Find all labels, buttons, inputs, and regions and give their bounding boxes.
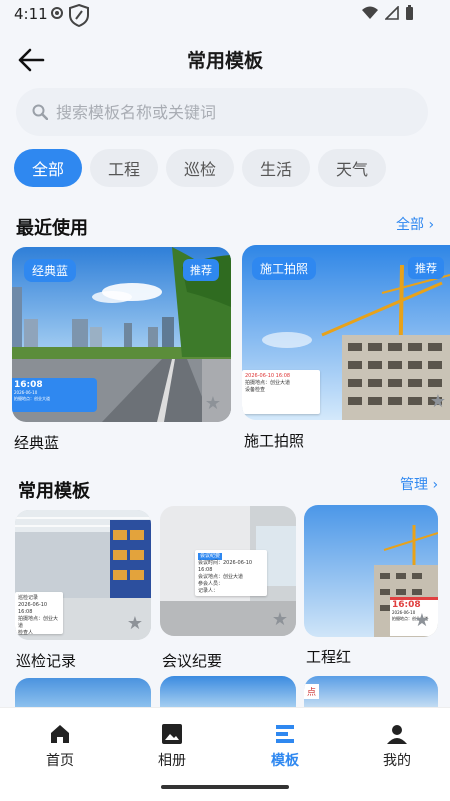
template-card-partial[interactable] bbox=[15, 678, 151, 708]
watermark-line: 会议地点：创业大道 bbox=[198, 574, 244, 580]
album-icon bbox=[162, 724, 182, 744]
template-tag: 施工拍照 bbox=[252, 257, 317, 280]
template-card-inspection[interactable]: 巡检记录 2026-06-10 16:08 拍摄地点：创业大道 检查人 ★ bbox=[15, 510, 151, 640]
watermark-tag: 会议纪要 bbox=[198, 553, 223, 560]
template-card-label: 巡检记录 bbox=[16, 652, 77, 670]
home-icon bbox=[51, 725, 69, 743]
template-card-meeting[interactable]: 会议纪要 会议时间：2026-06-10 16:08 会议地点：创业大道 参会人… bbox=[160, 506, 296, 636]
partial-tag: 点 bbox=[304, 684, 320, 699]
recommend-badge: 推荐 bbox=[408, 257, 444, 279]
app-header: 常用模板 bbox=[0, 36, 450, 84]
search-icon bbox=[32, 104, 48, 120]
favorite-star-icon[interactable]: ★ bbox=[205, 393, 221, 414]
signal-icon bbox=[385, 6, 399, 20]
recent-card-classic-blue[interactable]: 经典蓝 推荐 16:08 2026-06-10 拍摄地点：创业大道 ★ bbox=[12, 247, 231, 422]
manage-link[interactable]: 管理 › bbox=[400, 474, 438, 494]
watermark-overlay: 16:08 2026-06-10 拍摄地点：创业大道 bbox=[12, 378, 97, 412]
chip-inspection[interactable]: 巡检 bbox=[166, 149, 234, 187]
watermark-overlay: 会议纪要 会议时间：2026-06-10 16:08 会议地点：创业大道 参会人… bbox=[195, 550, 267, 596]
template-card-engineering-red[interactable]: 16:08 2026-06-10 拍摄地点：创业大道 ★ bbox=[304, 505, 438, 637]
watermark-overlay: 2026-06-10 16:08 拍摄地点：创业大道 设备检查 bbox=[242, 370, 320, 414]
chip-weather[interactable]: 天气 bbox=[318, 149, 386, 187]
recommend-badge: 推荐 bbox=[183, 259, 219, 281]
nav-label: 首页 bbox=[46, 753, 74, 769]
recent-card-label: 经典蓝 bbox=[14, 434, 60, 452]
watermark-line: 记录人： bbox=[198, 588, 219, 594]
battery-icon bbox=[406, 5, 413, 20]
watermark-line: 拍摄地点：创业大道 bbox=[14, 396, 50, 401]
template-icon bbox=[276, 725, 294, 743]
chip-life[interactable]: 生活 bbox=[242, 149, 310, 187]
nav-label: 模板 bbox=[271, 753, 299, 769]
watermark-overlay: 巡检记录 2026-06-10 16:08 拍摄地点：创业大道 检查人 bbox=[15, 592, 63, 636]
watermark-line: 参会人员： bbox=[198, 581, 224, 587]
watermark-line: 拍摄地点：创业大道 bbox=[18, 616, 59, 629]
nav-home[interactable]: 首页 bbox=[20, 722, 100, 770]
common-section-title: 常用模板 bbox=[18, 481, 90, 502]
home-indicator[interactable] bbox=[161, 785, 289, 789]
watermark-line: 设备检查 bbox=[245, 387, 266, 393]
recent-card-label: 施工拍照 bbox=[244, 432, 305, 450]
template-card-partial[interactable] bbox=[160, 676, 296, 708]
watermark-time: 16:08 bbox=[14, 380, 43, 390]
search-input[interactable] bbox=[56, 88, 416, 136]
shield-icon bbox=[69, 3, 89, 27]
nav-label: 我的 bbox=[383, 753, 411, 769]
status-time: 4:11 bbox=[14, 5, 48, 23]
nav-profile[interactable]: 我的 bbox=[357, 722, 437, 770]
watermark-line: 巡检记录 bbox=[18, 595, 39, 601]
wifi-icon bbox=[362, 6, 378, 19]
template-tag: 经典蓝 bbox=[24, 259, 77, 282]
nav-label: 相册 bbox=[158, 753, 186, 769]
notification-icon bbox=[51, 7, 63, 19]
nav-album[interactable]: 相册 bbox=[132, 722, 212, 770]
watermark-time: 16:08 bbox=[392, 600, 421, 610]
chip-all[interactable]: 全部 bbox=[14, 149, 82, 187]
watermark-line: 会议时间：2026-06-10 16:08 bbox=[198, 560, 253, 573]
status-bar: 4:11 bbox=[0, 0, 450, 30]
profile-icon bbox=[387, 725, 407, 744]
favorite-star-icon[interactable]: ★ bbox=[414, 610, 430, 631]
search-bar[interactable] bbox=[16, 88, 428, 136]
nav-template[interactable]: 模板 bbox=[245, 722, 325, 770]
recent-card-construction[interactable]: 施工拍照 推荐 2026-06-10 16:08 拍摄地点：创业大道 设备检查 … bbox=[242, 245, 450, 420]
template-card-label: 会议纪要 bbox=[162, 652, 223, 670]
watermark-line: 拍摄地点：创业大道 bbox=[245, 380, 291, 386]
favorite-star-icon[interactable]: ★ bbox=[430, 391, 446, 412]
category-filter: 全部 工程 巡检 生活 天气 bbox=[14, 149, 386, 187]
page-title: 常用模板 bbox=[186, 50, 263, 72]
watermark-line: 2026-06-10 16:08 bbox=[18, 602, 48, 615]
favorite-star-icon[interactable]: ★ bbox=[272, 609, 288, 630]
template-card-label: 工程红 bbox=[306, 648, 352, 666]
template-card-partial[interactable]: 点 bbox=[304, 676, 438, 708]
watermark-time: 2026-06-10 16:08 bbox=[245, 373, 291, 379]
watermark-line: 检查人 bbox=[18, 630, 34, 636]
recent-section-title: 最近使用 bbox=[16, 218, 88, 239]
chip-engineering[interactable]: 工程 bbox=[90, 149, 158, 187]
favorite-star-icon[interactable]: ★ bbox=[127, 613, 143, 634]
recent-all-link[interactable]: 全部 › bbox=[396, 214, 434, 234]
